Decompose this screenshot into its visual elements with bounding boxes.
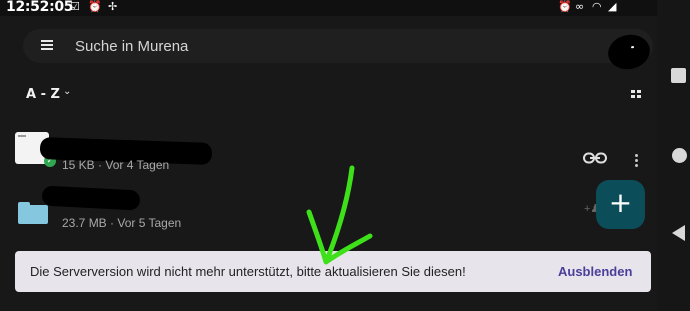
alarm-icon: ⏰	[558, 0, 572, 13]
grid-view-icon[interactable]	[631, 90, 641, 98]
checkbox-icon: ☑	[70, 0, 80, 13]
snackbar: Die Serverversion wird nicht mehr unters…	[15, 251, 651, 292]
files-app: Suche in Murena A - Z ⌄ ✓ 15 KB · Vor 4 …	[0, 16, 657, 311]
back-button[interactable]	[672, 225, 685, 241]
home-button[interactable]	[672, 148, 687, 163]
avatar[interactable]	[604, 31, 654, 73]
signal-icon: ◢	[608, 0, 617, 13]
sort-button[interactable]: A - Z	[26, 87, 60, 102]
recents-button[interactable]	[671, 68, 686, 83]
more-options-icon[interactable]	[635, 154, 639, 168]
snackbar-message: Die Serverversion wird nicht mehr unters…	[30, 264, 466, 279]
add-button[interactable]: +	[596, 180, 645, 229]
hamburger-menu-icon[interactable]	[41, 40, 53, 50]
folder-meta: 23.7 MB · Vor 5 Tagen	[62, 216, 182, 230]
status-time: 12:52:05	[6, 0, 74, 15]
dismiss-button[interactable]: Ausblenden	[558, 264, 632, 279]
redacted-folder-name	[41, 185, 141, 211]
search-bar[interactable]: Suche in Murena	[23, 29, 654, 73]
chevron-down-icon[interactable]: ⌄	[63, 86, 71, 97]
alarm-icon: ⏰	[88, 0, 102, 13]
folder-icon	[18, 202, 48, 224]
link-icon: ∞	[575, 0, 585, 13]
share-link-icon[interactable]	[583, 152, 607, 164]
list-item[interactable]: 23.7 MB · Vor 5 Tagen	[0, 185, 657, 238]
status-bar: 12:52:05 ☑ ⏰ ✢ ⏰ ∞ ◠ ◢	[0, 0, 690, 16]
fan-icon: ✢	[108, 0, 118, 13]
list-item[interactable]: ✓ 15 KB · Vor 4 Tagen	[0, 128, 657, 178]
search-input[interactable]: Suche in Murena	[75, 38, 188, 55]
file-meta: 15 KB · Vor 4 Tagen	[62, 158, 170, 172]
wifi-icon: ◠	[592, 0, 602, 13]
